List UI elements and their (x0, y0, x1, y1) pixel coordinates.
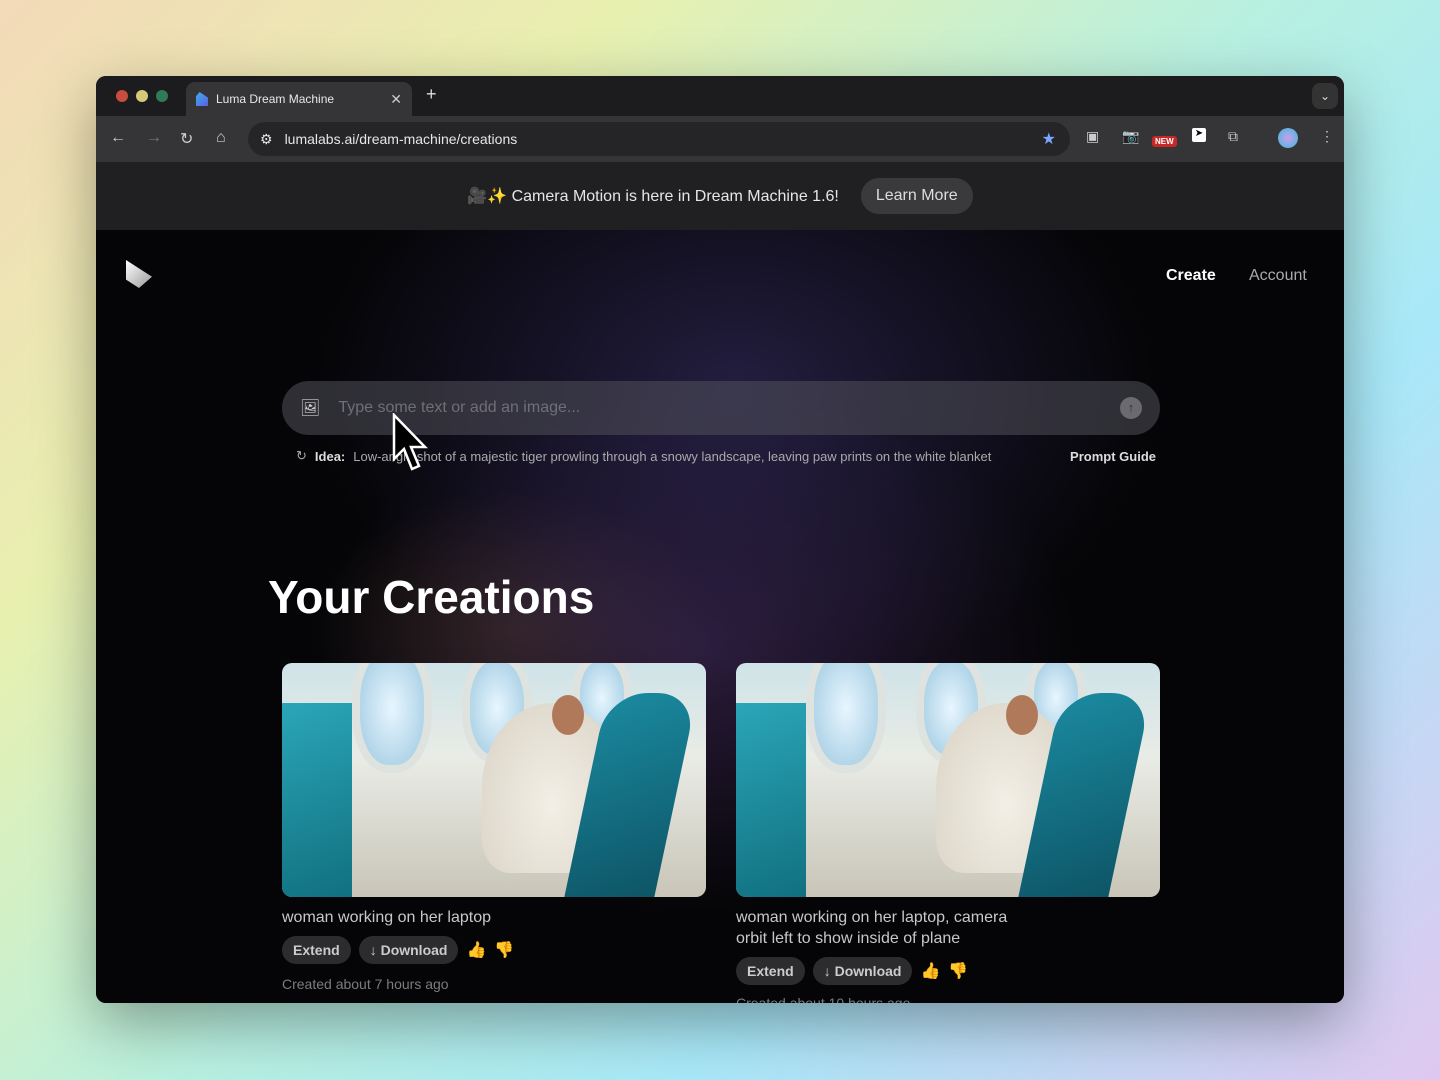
url-text: lumalabs.ai/dream-machine/creations (284, 131, 518, 147)
luma-favicon-icon (196, 92, 208, 106)
creation-thumbnail[interactable] (282, 663, 706, 897)
prompt-input[interactable] (338, 399, 1102, 417)
address-bar[interactable]: ⚙ lumalabs.ai/dream-machine/creations ★ (248, 122, 1070, 156)
nav-create[interactable]: Create (1166, 267, 1216, 285)
tab-bar: Luma Dream Machine ✕ + ⌄ (96, 76, 1344, 116)
creation-caption: woman working on her laptop, camera orbi… (736, 909, 1008, 947)
announcement-banner: 🎥✨ Camera Motion is here in Dream Machin… (96, 162, 1344, 230)
close-window-button[interactable] (116, 90, 128, 102)
refresh-idea-icon[interactable]: ↻ (296, 448, 307, 464)
creation-caption: woman working on her laptop (282, 909, 492, 926)
back-icon[interactable]: ← (110, 129, 126, 147)
close-tab-icon[interactable]: ✕ (390, 91, 402, 108)
creation-card: woman working on her laptop Extend ↓ Dow… (282, 663, 706, 992)
idea-text[interactable]: Low-angle shot of a majestic tiger prowl… (353, 449, 991, 464)
thumbs-up-icon[interactable]: 👍 (466, 940, 486, 960)
luma-logo[interactable] (126, 260, 152, 288)
tab-title: Luma Dream Machine (216, 92, 335, 106)
more-menu-icon[interactable]: ⋮ (1320, 128, 1334, 145)
new-tab-icon[interactable]: + (426, 84, 437, 105)
thumbs-down-icon[interactable]: 👎 (494, 940, 514, 960)
tab-search-chevron-icon[interactable]: ⌄ (1312, 83, 1338, 109)
page-content: Create Account 🖼 ↑ ↻ Idea: Low-angle sho… (96, 230, 1344, 1003)
idea-label: Idea: (314, 448, 346, 464)
nav-account[interactable]: Account (1249, 267, 1307, 285)
browser-window: Luma Dream Machine ✕ + ⌄ ← → ↻ ⌂ ⚙ lumal… (96, 76, 1344, 1003)
download-button[interactable]: ↓ Download (358, 936, 459, 964)
reload-icon[interactable]: ↻ (180, 129, 193, 149)
maximize-window-button[interactable] (156, 90, 168, 102)
profile-avatar[interactable] (1278, 128, 1298, 148)
submit-arrow-icon[interactable]: ↑ (1120, 397, 1142, 419)
learn-more-button[interactable]: Learn More (860, 178, 973, 214)
creation-thumbnail[interactable] (736, 663, 1160, 897)
prompt-guide-link[interactable]: Prompt Guide (1070, 449, 1156, 464)
created-time: Created about 10 hours ago (736, 995, 911, 1003)
minimize-window-button[interactable] (136, 90, 148, 102)
extend-button[interactable]: Extend (736, 957, 805, 985)
mouse-cursor-icon (392, 413, 428, 471)
add-image-icon[interactable]: 🖼 (300, 398, 320, 418)
creation-card: woman working on her laptop, camera orbi… (736, 663, 1160, 1003)
created-time: Created about 7 hours ago (282, 976, 449, 992)
bookmark-star-icon[interactable]: ★ (1042, 129, 1056, 149)
site-settings-icon[interactable]: ⚙ (260, 131, 273, 148)
send-extension-icon[interactable]: ➤ (1192, 128, 1206, 142)
download-button[interactable]: ↓ Download (812, 957, 913, 985)
screenshot-extension-icon[interactable]: ▣ (1086, 128, 1099, 145)
extend-button[interactable]: Extend (282, 936, 351, 964)
page-title: Your Creations (268, 571, 595, 623)
home-icon[interactable]: ⌂ (216, 129, 226, 147)
banner-text: 🎥✨ Camera Motion is here in Dream Machin… (467, 188, 839, 205)
forward-icon[interactable]: → (146, 129, 162, 147)
camera-extension-icon[interactable]: 📷 (1122, 128, 1139, 145)
browser-tab[interactable]: Luma Dream Machine ✕ (186, 82, 412, 116)
thumbs-up-icon[interactable]: 👍 (920, 961, 940, 981)
browser-toolbar: ← → ↻ ⌂ ⚙ lumalabs.ai/dream-machine/crea… (96, 116, 1344, 162)
new-badge[interactable]: NEW (1152, 136, 1177, 147)
thumbs-down-icon[interactable]: 👎 (948, 961, 968, 981)
extensions-puzzle-icon[interactable]: ⧉ (1228, 128, 1238, 145)
